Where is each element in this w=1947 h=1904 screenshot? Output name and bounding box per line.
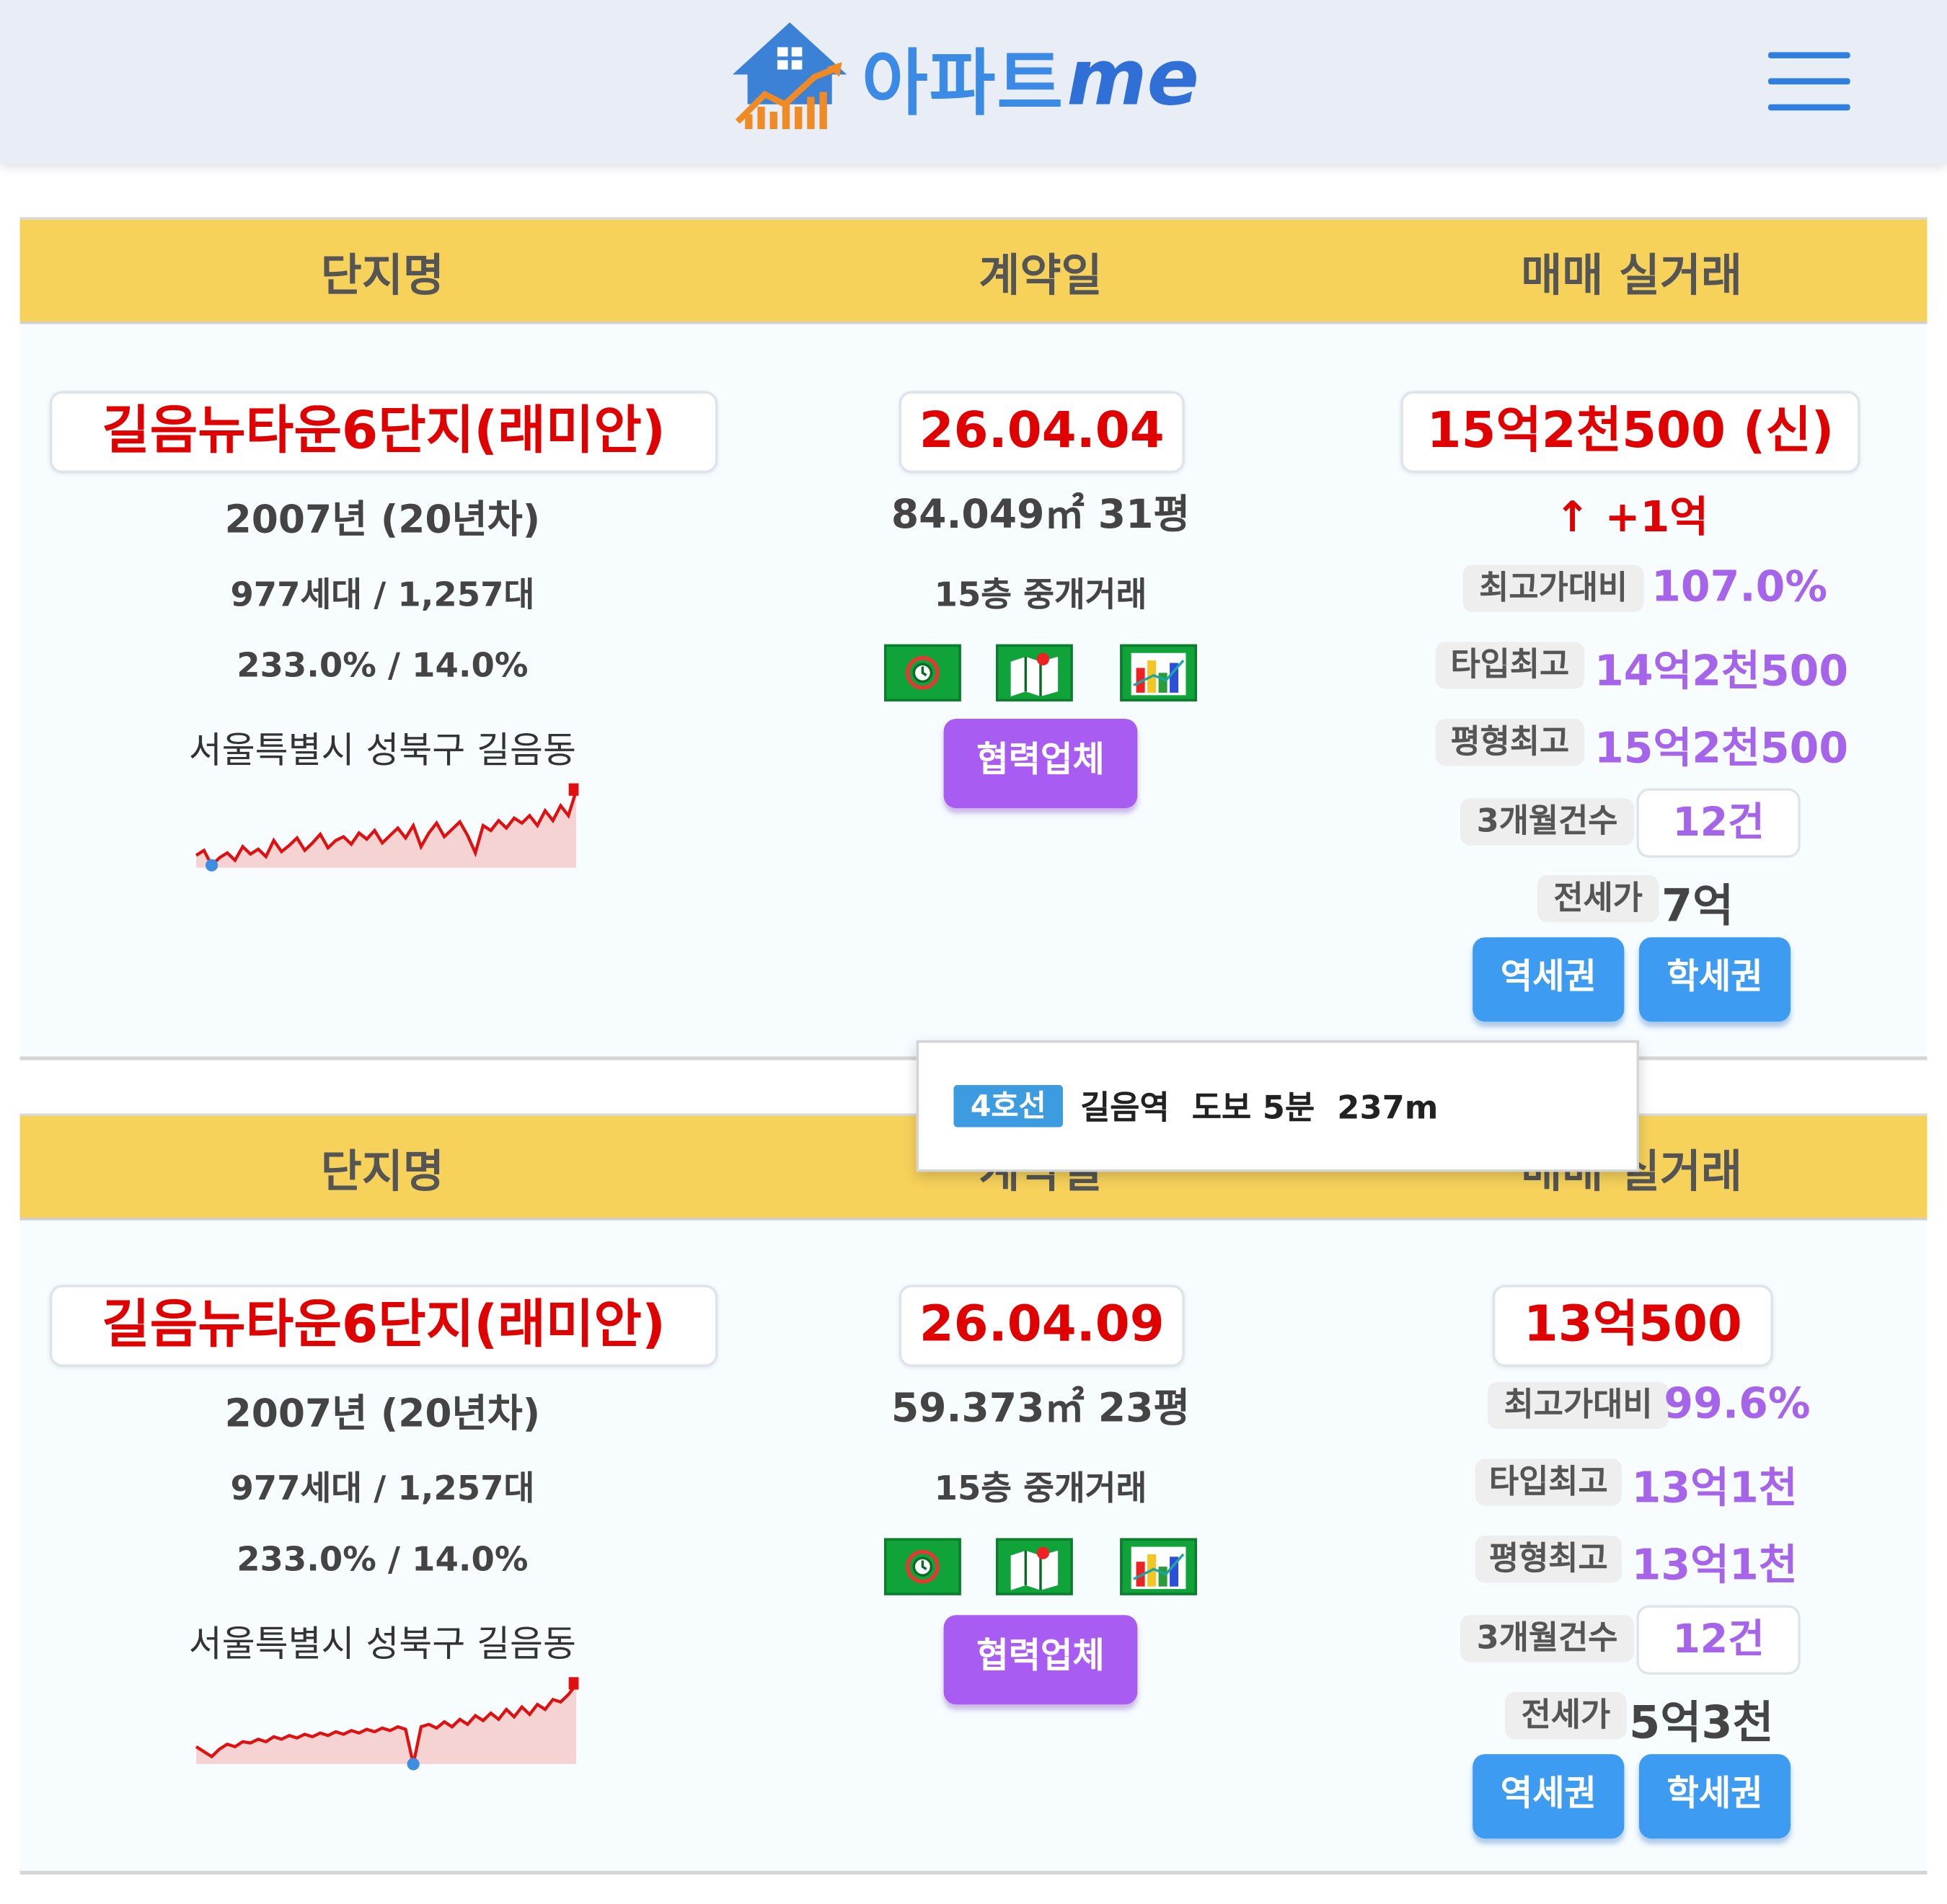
contract-date: 26.04.04 [899,391,1185,474]
subway-line-badge: 4호선 [953,1084,1063,1128]
house-chart-logo-icon [732,22,847,130]
address: 서울특별시 성북구 길음동 [188,1622,576,1665]
max-ratio-label: 최고가대비 [1487,1381,1669,1429]
listing-card: 길음뉴타운6단지(래미안) 2007년 (20년차) 977세대 / 1,257… [19,324,1928,1061]
sparkline-low-point [407,1758,420,1771]
pyeong-max-label: 평형최고 [1475,1536,1622,1583]
listing-card: 길음뉴타운6단지(래미안) 2007년 (20년차) 977세대 / 1,257… [19,1220,1928,1875]
sparkline-area [196,1684,576,1764]
school-area-button[interactable]: 학세권 [1638,937,1791,1022]
area-pyeong: 59.373㎡ 23평 [891,1383,1191,1432]
school-area-button[interactable]: 학세권 [1638,1754,1791,1839]
sparkline-area [196,790,576,868]
area-pyeong: 84.049㎡ 31평 [891,490,1191,538]
station-area-button[interactable]: 역세권 [1473,1754,1625,1839]
jeonse-label: 전세가 [1537,874,1659,923]
partner-button[interactable]: 협력업체 [943,719,1138,808]
app-logo[interactable]: 아파트 me [728,17,1199,136]
station-area-button[interactable]: 역세권 [1473,937,1625,1022]
price-change: ↑ +1억 [1555,492,1709,543]
bar-chart-icon[interactable] [1120,644,1197,701]
price-trend-sparkline[interactable] [194,1675,579,1771]
hamburger-menu-icon[interactable] [1768,52,1850,112]
jeonse-value: 7억 [1661,881,1734,933]
map-icon[interactable] [995,644,1073,701]
logo-word: 아파트 [862,40,1064,125]
build-year: 2007년 (20년차) [224,497,541,543]
column-complex-name: 단지명 [320,1147,444,1198]
price-trend-sparkline[interactable] [194,779,579,875]
max-ratio-value: 99.6% [1664,1379,1811,1429]
history-icon[interactable] [884,1538,961,1595]
contract-date: 26.04.09 [899,1285,1185,1367]
sale-price: 15억2천500 (신) [1400,391,1860,474]
floor-area-ratio: 233.0% / 14.0% [237,647,529,686]
sparkline-latest-point [568,783,579,796]
sparkline-latest-point [568,1677,579,1690]
type-max-label: 타입최고 [1435,642,1585,689]
station-distance-text: 길음역 도보 5분 237m [1080,1089,1439,1128]
max-ratio-label: 최고가대비 [1462,564,1644,612]
type-max-label: 타입최고 [1475,1458,1622,1506]
table-header: 단지명 계약일 매매 실거래 [19,217,1928,327]
three-month-count-label: 3개월건수 [1460,798,1635,846]
history-icon[interactable] [884,644,961,701]
map-icon[interactable] [995,1538,1073,1595]
logo-suffix: me [1067,31,1199,123]
pyeong-max-label: 평형최고 [1435,719,1585,766]
jeonse-label: 전세가 [1504,1692,1627,1740]
three-month-count-value: 12건 [1636,788,1801,858]
partner-button[interactable]: 협력업체 [943,1615,1138,1705]
pyeong-max-value: 13억1천 [1631,1540,1798,1590]
max-ratio-value: 107.0% [1651,562,1828,612]
type-max-value: 14억2천500 [1594,647,1849,697]
type-max-value: 13억1천 [1631,1464,1798,1514]
floor-deal-type: 15층 중개거래 [934,1469,1147,1509]
three-month-count-value: 12건 [1636,1605,1801,1675]
bar-chart-icon[interactable] [1120,1538,1197,1595]
complex-name[interactable]: 길음뉴타운6단지(래미안) [49,1285,718,1367]
address: 서울특별시 성북구 길음동 [188,728,576,771]
households-parking: 977세대 / 1,257대 [230,1469,535,1509]
pyeong-max-value: 15억2천500 [1594,723,1849,774]
jeonse-value: 5억3천 [1629,1698,1774,1750]
station-tooltip: 4호선 길음역 도보 5분 237m [916,1040,1639,1172]
sale-price: 13억500 [1492,1285,1773,1367]
column-contract-date: 계약일 [979,250,1103,302]
column-sale-price: 매매 실거래 [1521,250,1742,302]
three-month-count-label: 3개월건수 [1460,1615,1635,1662]
top-bar: 아파트 me [0,0,1947,164]
floor-deal-type: 15층 중개거래 [934,575,1147,615]
complex-name[interactable]: 길음뉴타운6단지(래미안) [49,391,718,474]
households-parking: 977세대 / 1,257대 [230,575,535,615]
column-complex-name: 단지명 [320,250,444,302]
floor-area-ratio: 233.0% / 14.0% [237,1540,529,1580]
sparkline-low-point [205,859,218,872]
build-year: 2007년 (20년차) [224,1391,541,1437]
